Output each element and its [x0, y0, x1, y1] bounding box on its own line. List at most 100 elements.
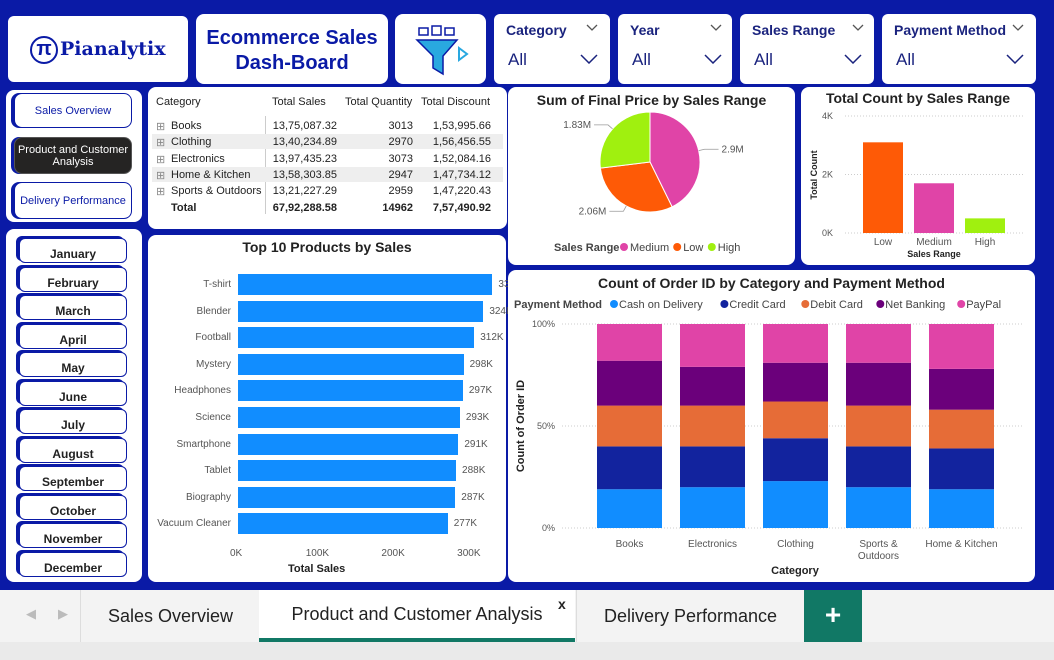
stacked-segment[interactable]	[846, 487, 911, 528]
stacked-segment[interactable]	[846, 405, 911, 447]
category-label: Headphones	[174, 385, 231, 397]
stacked-segment[interactable]	[680, 446, 745, 488]
stacked-segment[interactable]	[597, 446, 662, 490]
expand-row-icon[interactable]: ⊞	[156, 153, 165, 166]
pie-slice-high[interactable]	[599, 111, 651, 169]
expand-row-icon[interactable]: ⊞	[156, 169, 165, 182]
slicer-label: Year	[630, 22, 660, 38]
stacked-segment[interactable]	[597, 405, 662, 447]
chevron-down-icon[interactable]	[844, 54, 862, 64]
chevron-down-icon[interactable]	[580, 54, 598, 64]
x-tick-label: Home & Kitchen	[925, 539, 997, 550]
product-bar[interactable]	[238, 407, 460, 428]
stacked-segment[interactable]	[929, 409, 994, 449]
data-label: 2.06M	[579, 206, 607, 217]
expand-row-icon[interactable]: ⊞	[156, 136, 165, 149]
x-tick-label: Outdoors	[858, 551, 899, 562]
stacked-segment[interactable]	[680, 405, 745, 447]
sales-range-count-chart: 0K 2K 4K Low Medium High Sales Range Total Coun…	[809, 111, 1025, 259]
legend-marker	[673, 243, 682, 251]
month-item-may[interactable]: May	[19, 352, 127, 377]
legend-item: Credit Card	[729, 299, 785, 311]
product-bar[interactable]	[238, 460, 457, 482]
stacked-segment[interactable]	[680, 324, 745, 367]
y-tick-label: 0K	[822, 228, 833, 238]
y-tick-label: 50%	[537, 421, 555, 431]
add-page-button[interactable]: +	[804, 590, 862, 642]
chevron-down-icon	[1012, 24, 1024, 31]
stacked-segment[interactable]	[597, 489, 662, 528]
expand-row-icon[interactable]: ⊞	[156, 120, 165, 133]
slicer-label: Category	[506, 22, 567, 38]
category-slicer[interactable]: Category All	[494, 14, 610, 84]
month-item-august[interactable]: August	[19, 437, 127, 463]
stacked-segment[interactable]	[846, 324, 911, 363]
stacked-segment[interactable]	[929, 448, 994, 490]
data-label: 287K	[461, 491, 485, 503]
stacked-segment[interactable]	[929, 324, 994, 369]
stacked-segment[interactable]	[929, 368, 994, 410]
month-item-june[interactable]: June	[19, 380, 127, 406]
stacked-segment[interactable]	[763, 362, 828, 402]
stacked-segment[interactable]	[763, 324, 828, 363]
stacked-segment[interactable]	[846, 362, 911, 406]
tab-product-customer-analysis[interactable]: Product and Customer Analysis	[259, 590, 575, 642]
stacked-segment[interactable]	[680, 487, 745, 528]
nav-button-sales-overview[interactable]: Sales Overview	[14, 93, 132, 128]
product-bar[interactable]	[238, 353, 464, 375]
month-item-july[interactable]: July	[19, 409, 127, 434]
month-item-october[interactable]: October	[19, 494, 127, 520]
tab-sales-overview[interactable]: Sales Overview	[80, 590, 260, 642]
table-total-cell: 14962	[382, 202, 413, 214]
data-label: 2.9M	[722, 144, 744, 155]
stacked-segment[interactable]	[597, 324, 662, 361]
nav-button-delivery-performance[interactable]: Delivery Performance	[14, 182, 132, 219]
prev-page-arrow-icon[interactable]: ◀	[26, 606, 36, 622]
stacked-segment[interactable]	[680, 366, 745, 406]
x-tick-label: 200K	[381, 548, 405, 559]
legend-marker	[720, 300, 729, 308]
month-item-january[interactable]: January	[19, 238, 127, 263]
count-bar-medium[interactable]	[914, 183, 954, 233]
table-total-cell: 67,92,288.58	[272, 202, 337, 214]
product-bar[interactable]	[238, 274, 493, 295]
count-bar-low[interactable]	[863, 142, 903, 233]
chevron-down-icon[interactable]	[704, 54, 722, 64]
year-slicer[interactable]: Year All	[618, 14, 732, 84]
product-bar[interactable]	[238, 513, 448, 535]
stacked-segment[interactable]	[597, 360, 662, 406]
table-cell: 13,21,227.29	[272, 185, 337, 198]
category-label: T-shirt	[203, 279, 231, 290]
stacked-segment[interactable]	[763, 401, 828, 439]
product-bar[interactable]	[238, 300, 484, 322]
product-bar[interactable]	[238, 486, 456, 508]
payment-method-stacked-chart: Payment Method Cash on Delivery Credit Car…	[514, 299, 1023, 577]
x-tick-label: 300K	[457, 548, 481, 559]
next-page-arrow-icon[interactable]: ▶	[58, 606, 68, 622]
tab-delivery-performance[interactable]: Delivery Performance	[576, 590, 804, 642]
filter-panel-button[interactable]	[395, 14, 486, 84]
stacked-segment[interactable]	[763, 481, 828, 528]
month-item-november[interactable]: November	[19, 523, 127, 548]
chevron-down-icon[interactable]	[1006, 54, 1024, 64]
nav-button-product-customer-analysis[interactable]: Product and Customer Analysis	[14, 137, 132, 174]
table-cell: 1,52,084.16	[432, 152, 491, 165]
month-item-april[interactable]: April	[19, 323, 127, 349]
table-total-cell: 7,57,490.92	[432, 202, 491, 214]
month-item-september[interactable]: September	[19, 466, 127, 491]
month-item-december[interactable]: December	[19, 551, 127, 577]
sales-range-slicer[interactable]: Sales Range All	[740, 14, 874, 84]
stacked-segment[interactable]	[929, 489, 994, 528]
stacked-segment[interactable]	[763, 438, 828, 482]
product-bar[interactable]	[238, 380, 463, 402]
count-bar-high[interactable]	[965, 218, 1005, 233]
close-tab-icon[interactable]: x	[558, 596, 566, 612]
stacked-segment[interactable]	[846, 446, 911, 488]
expand-row-icon[interactable]: ⊞	[156, 185, 165, 198]
x-axis-title: Category	[771, 565, 820, 577]
product-bar[interactable]	[238, 433, 459, 455]
payment-method-slicer[interactable]: Payment Method All	[882, 14, 1036, 84]
month-item-march[interactable]: March	[19, 295, 127, 320]
month-item-february[interactable]: February	[19, 266, 127, 292]
product-bar[interactable]	[238, 327, 475, 349]
